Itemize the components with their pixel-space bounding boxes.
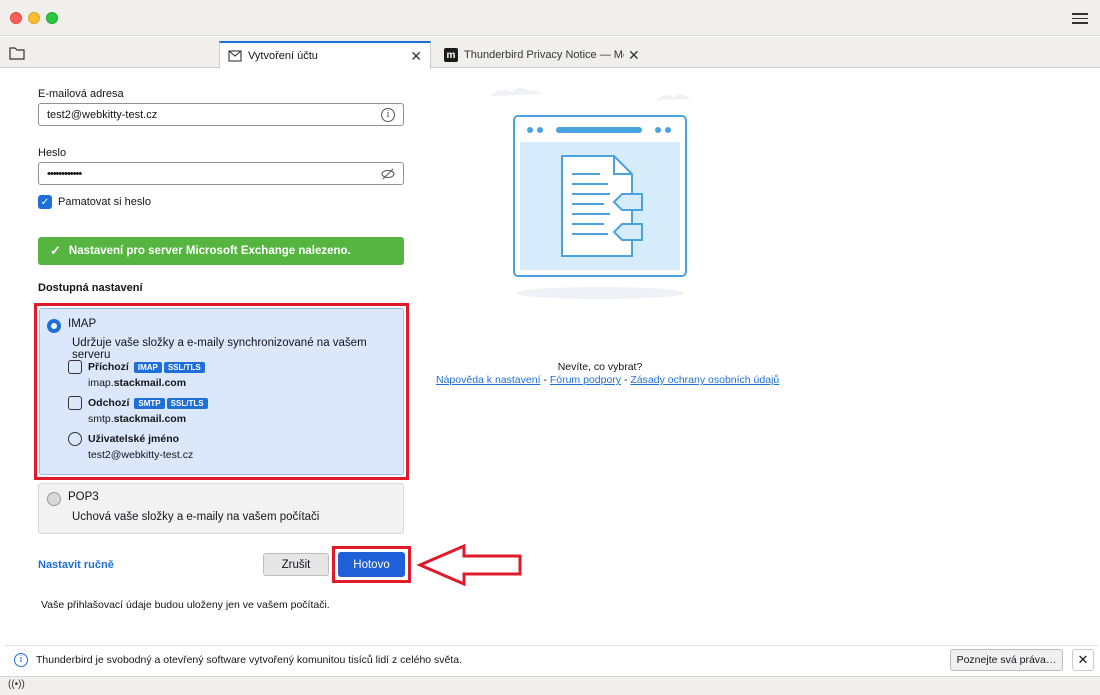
email-field[interactable]: test2@webkitty-test.cz i: [38, 103, 404, 126]
close-window-button[interactable]: [10, 12, 22, 24]
pop3-option-card[interactable]: POP3 Uchová vaše složky a e-maily na vaš…: [38, 483, 404, 534]
minimize-window-button[interactable]: [28, 12, 40, 24]
tab-bar: Vytvoření účtu ✕ m Thunderbird Privacy N…: [0, 37, 1100, 69]
pop3-desc: Uchová vaše složky a e-maily na vašem po…: [72, 511, 320, 523]
remember-password-row[interactable]: ✓ Pamatovat si heslo: [38, 195, 151, 209]
tab-account-setup[interactable]: Vytvoření účtu ✕: [219, 41, 431, 69]
done-button[interactable]: Hotovo: [338, 552, 405, 577]
mozilla-m-icon: m: [444, 48, 458, 62]
notification-message: Thunderbird je svobodný a otevřený softw…: [36, 653, 463, 666]
protocol-badge: SMTP: [134, 397, 165, 409]
close-tab-icon[interactable]: ✕: [410, 48, 422, 65]
know-your-rights-button[interactable]: Poznejte svá práva…: [950, 648, 1063, 671]
outbox-icon: [68, 396, 82, 410]
security-badge: SSL/TLS: [166, 397, 208, 409]
credentials-note: Vaše přihlašovací údaje budou uloženy je…: [41, 599, 330, 611]
envelope-icon: [228, 50, 242, 62]
zoom-window-button[interactable]: [46, 12, 58, 24]
incoming-host: imap.stackmail.com: [88, 377, 187, 389]
setup-help-link[interactable]: Nápověda k nastavení: [436, 374, 541, 386]
tab-label: Vytvoření účtu: [248, 50, 318, 62]
support-forum-link[interactable]: Fórum podpory: [550, 374, 621, 386]
pop3-title: POP3: [68, 491, 99, 503]
outgoing-server-row: Odchozí SMTP SSL/TLS: [68, 396, 208, 410]
username-row: Uživatelské jméno: [68, 432, 182, 446]
checkmark-icon: ✓: [50, 243, 61, 258]
user-icon: [68, 432, 82, 446]
email-value: test2@webkitty-test.cz: [47, 108, 158, 121]
title-bar: [0, 0, 1100, 36]
imap-option-card[interactable]: IMAP Udržuje vaše složky a e-maily synch…: [39, 308, 404, 475]
help-question: Nevíte, co vybrat?: [557, 361, 643, 373]
email-label: E-mailová adresa: [38, 88, 124, 100]
available-settings-title: Dostupná nastavení: [38, 282, 143, 294]
cancel-button[interactable]: Zrušit: [263, 553, 329, 576]
help-links: Nápověda k nastavení - Fórum podpory - Z…: [436, 374, 780, 386]
success-message: Nastavení pro server Microsoft Exchange …: [68, 245, 351, 257]
online-status-icon[interactable]: ((•)): [8, 679, 25, 690]
tab-privacy-notice[interactable]: m Thunderbird Privacy Notice — Mozilla ✕: [436, 41, 648, 69]
pop3-radio[interactable]: [47, 492, 61, 506]
privacy-policy-link[interactable]: Zásady ochrany osobních údajů: [630, 374, 779, 386]
password-label: Heslo: [38, 147, 67, 159]
folder-icon[interactable]: [8, 45, 26, 61]
info-icon[interactable]: i: [381, 107, 395, 122]
inbox-icon: [68, 360, 82, 374]
protocol-badge: IMAP: [133, 361, 162, 373]
close-notification-icon[interactable]: ✕: [1072, 648, 1094, 671]
imap-desc: Udržuje vaše složky a e-maily synchroniz…: [72, 337, 367, 361]
outgoing-host: smtp.stackmail.com: [88, 413, 187, 425]
remember-password-checkbox[interactable]: ✓: [38, 195, 52, 209]
info-icon: i: [14, 652, 28, 667]
imap-radio[interactable]: [47, 319, 61, 333]
hide-password-eye-icon[interactable]: [381, 168, 395, 180]
tab-label: Thunderbird Privacy Notice — Mozilla: [464, 49, 624, 61]
username-label: Uživatelské jméno: [88, 433, 180, 445]
close-tab-icon[interactable]: ✕: [628, 47, 640, 64]
incoming-label: Příchozí: [88, 361, 129, 373]
outgoing-label: Odchozí: [88, 397, 130, 409]
username-value: test2@webkitty-test.cz: [88, 449, 194, 461]
document-illustration: [490, 88, 690, 299]
status-bar: ((•)): [0, 676, 1100, 695]
password-value: ••••••••••••: [47, 167, 82, 180]
success-banner: ✓ Nastavení pro server Microsoft Exchang…: [38, 237, 404, 265]
hamburger-menu-icon[interactable]: [1072, 10, 1088, 26]
manual-setup-link[interactable]: Nastavit ručně: [38, 559, 114, 571]
annotation-arrow-icon: [416, 543, 522, 587]
remember-password-label: Pamatovat si heslo: [58, 196, 151, 208]
security-badge: SSL/TLS: [163, 361, 205, 373]
incoming-server-row: Příchozí IMAP SSL/TLS: [68, 360, 205, 374]
password-field[interactable]: ••••••••••••: [38, 162, 404, 185]
notification-bar: i Thunderbird je svobodný a otevřený sof…: [5, 645, 1098, 673]
imap-title: IMAP: [68, 318, 97, 330]
